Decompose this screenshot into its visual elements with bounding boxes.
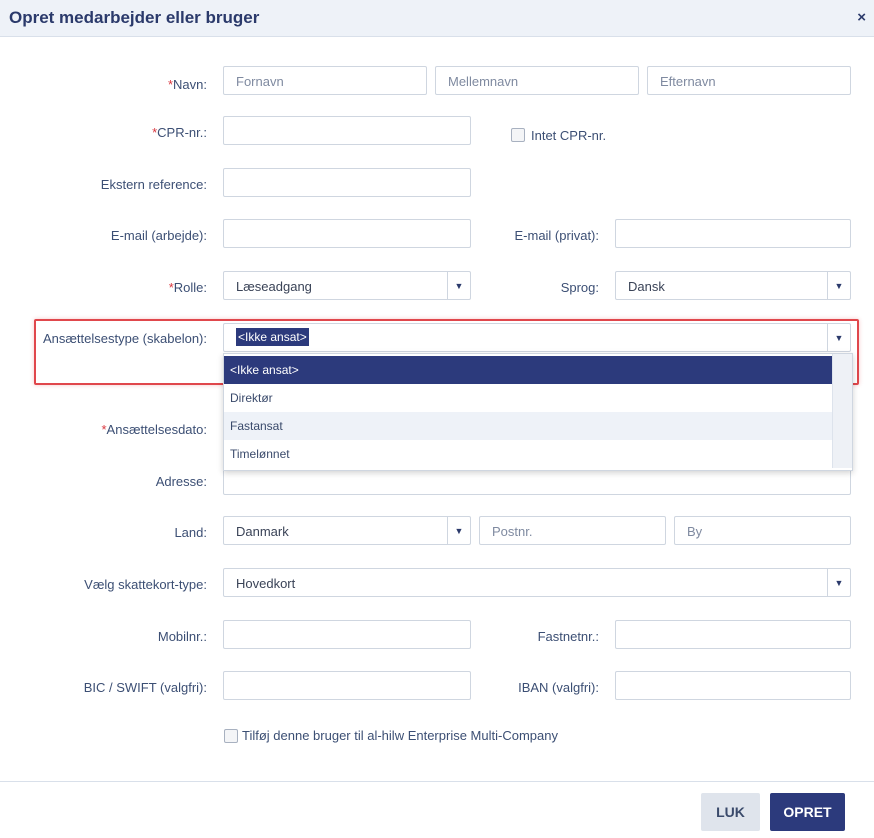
language-select[interactable]: Dansk ▼: [615, 271, 851, 300]
close-button[interactable]: LUK: [701, 793, 760, 831]
country-select[interactable]: Danmark ▼: [223, 516, 471, 545]
address-label: Adresse:: [155, 474, 207, 489]
dialog-titlebar: Opret medarbejder eller bruger ×: [0, 0, 874, 37]
first-name-field[interactable]: Fornavn: [223, 66, 427, 95]
cpr-field[interactable]: [223, 116, 471, 145]
land-label: Land:: [174, 525, 207, 540]
dropdown-option-fastansat[interactable]: Fastansat: [224, 412, 832, 440]
dropdown-scrollbar[interactable]: [832, 354, 852, 468]
middle-name-field[interactable]: Mellemnavn: [435, 66, 639, 95]
tax-card-value: Hovedkort: [236, 576, 296, 591]
chevron-down-icon[interactable]: ▼: [447, 517, 470, 544]
rolle-label: *Rolle:: [168, 280, 207, 295]
chevron-down-icon[interactable]: ▼: [827, 569, 850, 596]
role-value: Læseadgang: [236, 279, 312, 294]
mobile-field[interactable]: [223, 620, 471, 649]
dropdown-option-direktor[interactable]: Direktør: [224, 384, 832, 412]
dropdown-option-ikke-ansat[interactable]: <Ikke ansat>: [224, 356, 832, 384]
iban-label: IBAN (valgfri):: [518, 680, 599, 695]
external-reference-field[interactable]: [223, 168, 471, 197]
employment-type-dropdown: <Ikke ansat> Direktør Fastansat Timelønn…: [223, 353, 853, 471]
landline-field[interactable]: [615, 620, 851, 649]
mobile-label: Mobilnr.:: [157, 629, 207, 644]
navn-label: *Navn:: [167, 77, 207, 92]
footer-divider: [0, 781, 874, 782]
email-private-label: E-mail (privat):: [514, 228, 599, 243]
role-select[interactable]: Læseadgang ▼: [223, 271, 471, 300]
dialog-title: Opret medarbejder eller bruger: [9, 8, 260, 27]
email-work-field[interactable]: [223, 219, 471, 248]
chevron-down-icon[interactable]: ▼: [827, 272, 850, 299]
bic-field[interactable]: [223, 671, 471, 700]
bic-label: BIC / SWIFT (valgfri):: [83, 680, 207, 695]
iban-field[interactable]: [615, 671, 851, 700]
dropdown-option-timelonnet[interactable]: Timelønnet: [224, 440, 832, 468]
multi-company-label: Tilføj denne bruger til al-hilw Enterpri…: [242, 728, 558, 743]
tax-card-label: Vælg skattekort-type:: [84, 577, 207, 592]
country-value: Danmark: [236, 524, 289, 539]
employment-date-label: *Ansættelsesdato:: [101, 422, 207, 437]
create-button[interactable]: OPRET: [770, 793, 845, 831]
landline-label: Fastnetnr.:: [537, 629, 599, 644]
postal-code-field[interactable]: Postnr.: [479, 516, 666, 545]
email-private-field[interactable]: [615, 219, 851, 248]
city-field[interactable]: By: [674, 516, 851, 545]
tax-card-select[interactable]: Hovedkort ▼: [223, 568, 851, 597]
ekstern-label: Ekstern reference:: [100, 177, 207, 192]
no-cpr-checkbox[interactable]: [511, 128, 525, 142]
email-work-label: E-mail (arbejde):: [110, 228, 207, 243]
sprog-label: Sprog:: [560, 280, 599, 295]
language-value: Dansk: [628, 279, 665, 294]
cpr-label: *CPR-nr.:: [152, 125, 207, 140]
no-cpr-label: Intet CPR-nr.: [531, 128, 607, 143]
last-name-field[interactable]: Efternavn: [647, 66, 851, 95]
close-icon[interactable]: ×: [857, 9, 866, 26]
multi-company-checkbox[interactable]: [224, 729, 238, 743]
chevron-down-icon[interactable]: ▼: [447, 272, 470, 299]
